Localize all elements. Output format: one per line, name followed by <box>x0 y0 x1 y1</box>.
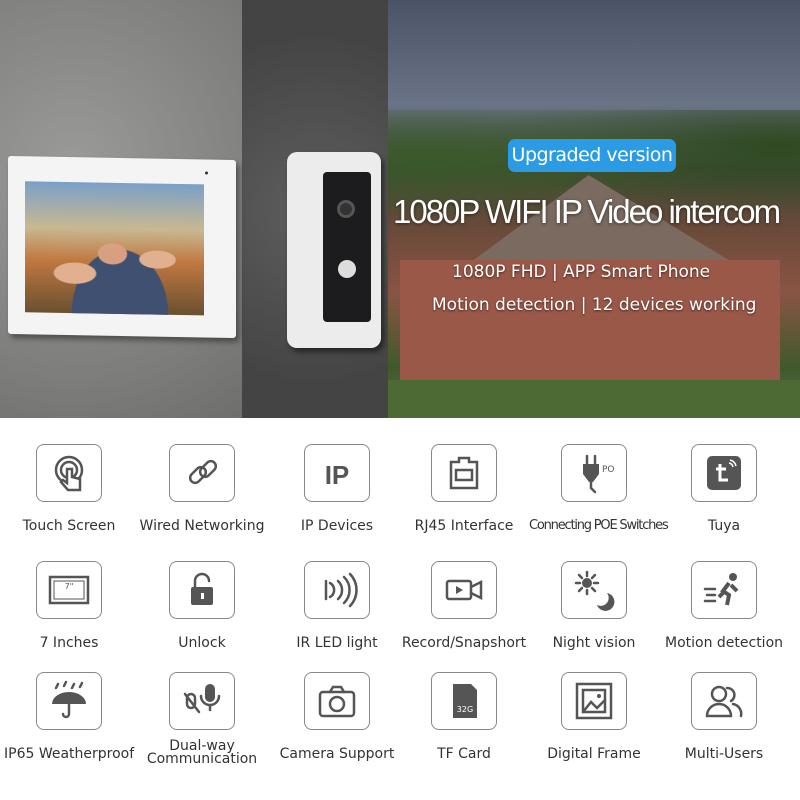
svg-text:7": 7" <box>65 582 74 591</box>
feature-night-vision: Night vision <box>529 561 659 650</box>
ip-icon: IP <box>304 444 370 502</box>
feature-tuya: Tuya <box>659 444 789 533</box>
feature-label: Tuya <box>707 518 741 534</box>
outdoor-doorbell <box>287 152 381 348</box>
unlock-icon <box>169 561 235 619</box>
feature-label: IP Devices <box>300 518 374 534</box>
camera-icon <box>304 672 370 730</box>
feature-label: IP65 Weatherproof <box>4 746 135 762</box>
sd-card-icon: 32G <box>431 672 497 730</box>
family-photo <box>45 212 195 316</box>
monitor-screen <box>25 181 204 316</box>
users-icon <box>691 672 757 730</box>
feature-label: Motion detection <box>664 635 784 651</box>
feature-touch-screen: Touch Screen <box>4 444 134 533</box>
hero-banner: Upgraded version 1080P WIFI IP Video int… <box>0 0 800 418</box>
svg-text:32G: 32G <box>457 705 473 714</box>
indoor-monitor <box>8 156 236 338</box>
link-icon <box>169 444 235 502</box>
ir-led-icon <box>304 561 370 619</box>
feature-digital-frame: Digital Frame <box>529 672 659 761</box>
feature-label: Touch Screen <box>22 518 116 534</box>
video-camera-icon <box>431 561 497 619</box>
feature-label: RJ45 Interface <box>414 518 514 534</box>
running-man-icon <box>691 561 757 619</box>
camera-lens <box>337 200 355 218</box>
poe-plug-icon: POE <box>561 444 627 502</box>
svg-text:POE: POE <box>602 465 615 475</box>
umbrella-rain-icon <box>36 672 102 730</box>
microphone-icon <box>169 672 235 730</box>
feature-ip-devices: IP IP Devices <box>272 444 402 533</box>
feature-ip65-weatherproof: IP65 Weatherproof <box>4 672 134 761</box>
screen-size-icon: 7" <box>36 561 102 619</box>
call-button <box>338 260 356 278</box>
picture-frame-icon <box>561 672 627 730</box>
feature-label: Connecting POE Switches <box>529 518 669 533</box>
hero-title: 1080P WIFI IP Video intercom <box>393 193 781 230</box>
rj45-icon <box>431 444 497 502</box>
feature-label: Record/Snapshort <box>401 635 527 651</box>
feature-label: TF Card <box>437 746 491 762</box>
tuya-icon <box>691 444 757 502</box>
upgraded-badge: Upgraded version <box>508 139 676 172</box>
touch-icon <box>36 444 102 502</box>
feature-tf-card: 32G TF Card <box>399 672 529 761</box>
sun-moon-icon <box>561 561 627 619</box>
feature-motion-detection: Motion detection <box>659 561 789 650</box>
feature-connecting-poe-switches: POE Connecting POE Switches <box>529 444 669 533</box>
feature-7-inches: 7" 7 Inches <box>4 561 134 650</box>
feature-label: Camera Support <box>279 746 395 762</box>
feature-label: Wired Networking <box>139 518 265 534</box>
feature-label: IR LED light <box>296 635 378 651</box>
feature-label: Digital Frame <box>547 746 641 762</box>
feature-camera-support: Camera Support <box>272 672 402 761</box>
feature-rj45-interface: RJ45 Interface <box>399 444 529 533</box>
hero-subtitle-1: 1080P FHD | APP Smart Phone <box>452 262 711 282</box>
feature-label: Unlock <box>178 635 226 651</box>
feature-label: 7 Inches <box>39 635 99 651</box>
feature-record-snapshort: Record/Snapshort <box>399 561 529 650</box>
feature-label: Dual-way Communication <box>146 738 258 767</box>
feature-multi-users: Multi-Users <box>659 672 789 761</box>
feature-dual-way-communication: Dual-way Communication <box>137 672 267 766</box>
feature-unlock: Unlock <box>137 561 267 650</box>
feature-label: Night vision <box>552 635 636 651</box>
svg-text:IP: IP <box>325 460 350 490</box>
hero-subtitle-2: Motion detection | 12 devices working <box>432 295 757 315</box>
feature-ir-led-light: IR LED light <box>272 561 402 650</box>
feature-label: Multi-Users <box>684 746 764 762</box>
feature-wired-networking: Wired Networking <box>137 444 267 533</box>
